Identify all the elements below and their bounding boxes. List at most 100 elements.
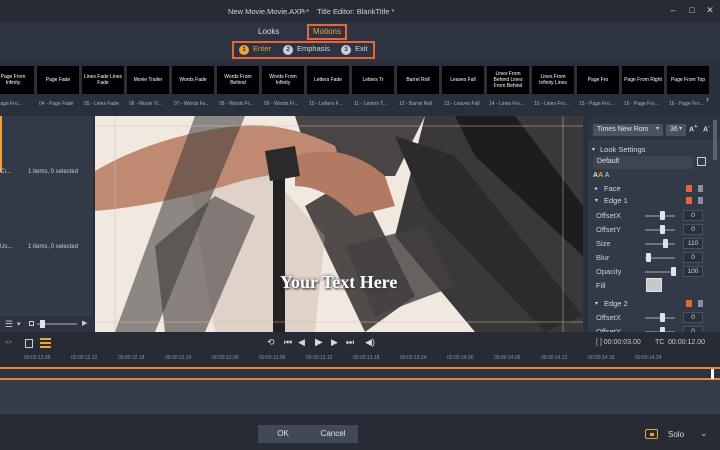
solo-label[interactable]: Solo <box>668 430 684 439</box>
step-forward-icon[interactable]: ▶ <box>331 337 338 348</box>
slider-knob[interactable] <box>660 225 665 234</box>
preset-thumbnail[interactable]: Lines From Behind Lines From Behind <box>487 66 529 94</box>
property-label: Opacity <box>596 267 622 276</box>
scrollbar[interactable] <box>713 120 717 160</box>
trash-icon[interactable] <box>698 197 703 204</box>
chevron-down-icon[interactable]: ▾ <box>679 125 682 132</box>
color-swatch-icon[interactable] <box>686 197 692 204</box>
preset-thumbnail[interactable]: Leaves Fall <box>442 66 484 94</box>
copy-icon[interactable] <box>25 339 33 348</box>
look-settings-header[interactable]: Look Settings <box>600 145 645 154</box>
preset-thumbnail[interactable]: Letters Fade <box>307 66 349 94</box>
chevron-right-icon[interactable]: ▸ <box>595 185 598 192</box>
slider-knob[interactable] <box>660 313 665 322</box>
preset-thumbnail[interactable]: Words Fade <box>172 66 214 94</box>
small-view-icon[interactable] <box>29 321 34 326</box>
duration-readout[interactable]: [ ] 00:00:03.00 <box>596 339 641 346</box>
preset-thumbnail[interactable]: Words From Behind <box>217 66 259 94</box>
loop-icon[interactable]: ⟲ <box>267 337 275 348</box>
slider-knob[interactable] <box>663 239 668 248</box>
preset-thumbnail[interactable]: Lines From Infinity Lines <box>532 66 574 94</box>
collapse-icon[interactable]: <> <box>5 340 12 346</box>
slider-knob[interactable] <box>646 253 651 262</box>
preset-thumbnail[interactable]: Lines Fade Lines Fade <box>82 66 124 94</box>
chevron-down-icon[interactable]: ⌄ <box>700 428 708 439</box>
skip-start-icon[interactable]: ⏮ <box>284 337 292 348</box>
title-text-overlay[interactable]: Your Text Here <box>280 272 397 293</box>
preset-label: 07 - Words Fa... <box>174 101 210 107</box>
preset-thumbnail[interactable]: Words From Infinity <box>262 66 304 94</box>
menu-icon[interactable]: ☰ <box>5 319 13 330</box>
preset-label: 15 - Page Fro... <box>579 101 614 107</box>
color-swatch-icon[interactable] <box>686 185 692 192</box>
property-value-input[interactable]: 0 <box>683 210 703 221</box>
property-value-input[interactable]: 0 <box>683 224 703 235</box>
fill-color-swatch[interactable] <box>646 278 662 292</box>
chevron-down-icon[interactable]: ▾ <box>17 320 21 328</box>
preset-thumbnail[interactable]: Barrel Roll <box>397 66 439 94</box>
chevron-right-icon[interactable]: › <box>706 94 718 108</box>
text-style-icons[interactable]: AA A <box>593 172 610 179</box>
library-row[interactable]: C\... 1 items, 0 selected <box>0 169 93 181</box>
phase-exit[interactable]: 3 Exit <box>341 44 368 55</box>
maximize-button[interactable]: □ <box>684 3 700 17</box>
trash-icon[interactable] <box>698 300 703 307</box>
timecode-readout[interactable]: 00:00:12.00 <box>668 339 705 346</box>
font-select[interactable]: Times New Rom <box>593 124 663 136</box>
increase-font-icon[interactable]: A+ <box>689 124 697 133</box>
preview-canvas[interactable] <box>95 116 583 332</box>
slider-knob[interactable] <box>671 267 676 276</box>
step-back-icon[interactable]: ◀ <box>298 337 305 348</box>
property-value-input[interactable]: 0 <box>683 252 703 263</box>
cancel-button[interactable]: Cancel <box>308 425 358 443</box>
tab-motions[interactable]: Motions <box>307 24 347 40</box>
edge1-section[interactable]: Edge 1 <box>604 196 628 205</box>
property-value-input[interactable]: 110 <box>683 238 703 249</box>
property-label: OffsetX <box>596 211 621 220</box>
zoom-slider-knob[interactable] <box>40 320 45 328</box>
tab-looks[interactable]: Looks <box>258 27 279 36</box>
chevron-down-icon[interactable]: ▾ <box>592 146 595 153</box>
preset-thumbnail[interactable]: Page From Top <box>667 66 709 94</box>
edge2-section[interactable]: Edge 2 <box>604 299 628 308</box>
skip-end-icon[interactable]: ⏭ <box>346 337 354 348</box>
layers-icon[interactable] <box>40 338 51 348</box>
phase-enter[interactable]: 1 Enter <box>239 44 271 55</box>
preset-label: 10 - Letters F... <box>309 101 343 107</box>
preset-thumbnail[interactable]: Page From Right <box>622 66 664 94</box>
phase-emphasis[interactable]: 2 Emphasis <box>283 44 330 55</box>
property-value-input[interactable]: 100 <box>683 266 703 277</box>
preset-thumbnail[interactable]: Letters Tr <box>352 66 394 94</box>
property-slider[interactable] <box>645 243 675 245</box>
preset-label: - Page Fro... <box>0 101 22 107</box>
decrease-font-icon[interactable]: A- <box>703 124 710 133</box>
preset-thumbnail[interactable]: Page From Infinity <box>0 66 34 94</box>
property-value-input[interactable]: 0 <box>683 312 703 323</box>
ruler-tick-label: 00:00:12.12 <box>71 355 98 361</box>
chevron-down-icon[interactable]: ▾ <box>656 125 659 132</box>
play-icon[interactable]: ▶ <box>82 319 87 327</box>
playhead-marker[interactable] <box>711 369 714 379</box>
preset-thumbnail[interactable]: Page Fro <box>577 66 619 94</box>
ok-button[interactable]: OK <box>258 425 308 443</box>
chevron-down-icon[interactable]: ▾ <box>595 300 598 307</box>
play-icon[interactable]: ▶ <box>315 337 323 348</box>
color-swatch-icon[interactable] <box>686 300 692 307</box>
save-icon[interactable] <box>697 157 706 166</box>
slider-knob[interactable] <box>660 211 665 220</box>
face-section[interactable]: Face <box>604 184 621 193</box>
preset-thumbnail[interactable]: Movie Trailer <box>127 66 169 94</box>
clip-band[interactable] <box>0 369 720 378</box>
ruler-tick-label: 00:00:14.24 <box>635 355 662 361</box>
minimize-button[interactable]: – <box>665 3 681 17</box>
phase-number: 1 <box>239 45 249 55</box>
preset-thumbnail[interactable]: Page Fade <box>37 66 79 94</box>
close-button[interactable]: ✕ <box>702 3 718 17</box>
library-row[interactable]: Us... 1 items, 0 selected <box>0 244 93 256</box>
font-size-select[interactable]: 36 <box>666 124 686 136</box>
volume-icon[interactable]: ◀) <box>365 337 375 348</box>
look-preset-select[interactable]: Default <box>593 156 693 169</box>
trash-icon[interactable] <box>698 185 703 192</box>
document-title[interactable]: New Movie.Movie.AXP * <box>228 7 309 16</box>
chevron-down-icon[interactable]: ▾ <box>595 197 598 204</box>
